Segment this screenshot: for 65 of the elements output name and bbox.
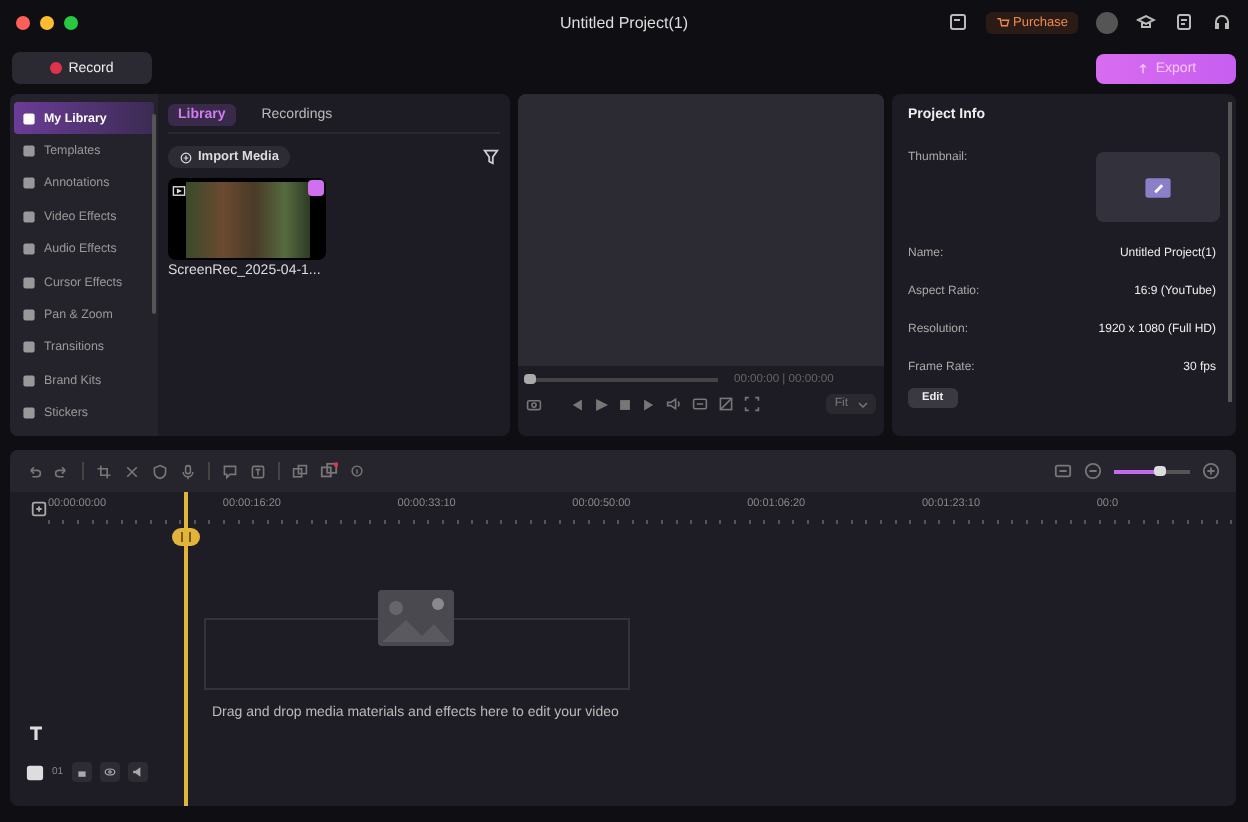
close-button[interactable] <box>16 15 30 29</box>
drop-zone[interactable] <box>204 618 630 690</box>
person-badge-icon <box>308 180 324 196</box>
next-icon[interactable] <box>642 397 656 411</box>
video-icon <box>172 184 186 198</box>
shield-icon[interactable] <box>152 463 168 479</box>
text-box-icon[interactable] <box>250 463 266 479</box>
square-icon <box>22 308 36 323</box>
play-icon[interactable] <box>594 397 608 411</box>
text-track-icon <box>26 724 46 744</box>
plus-circle-icon <box>180 151 192 163</box>
zoom-in-icon[interactable] <box>1202 462 1220 480</box>
square-icon <box>22 340 36 355</box>
eye-icon <box>103 766 116 778</box>
stop-icon[interactable] <box>618 397 632 411</box>
minimize-button[interactable] <box>40 15 54 29</box>
visibility-button[interactable] <box>99 762 120 782</box>
graduation-cap-icon[interactable] <box>1136 12 1156 32</box>
microphone-icon[interactable] <box>180 463 196 479</box>
undo-icon[interactable] <box>26 463 42 479</box>
cart-icon <box>995 15 1010 29</box>
screen-icon[interactable] <box>947 12 968 32</box>
add-track-icon[interactable] <box>30 499 48 517</box>
square-icon <box>22 209 36 224</box>
comment-icon[interactable] <box>222 463 238 479</box>
mute-button[interactable] <box>127 762 148 782</box>
split-icon[interactable] <box>124 463 140 479</box>
scrollbar[interactable] <box>152 114 156 314</box>
caption-icon[interactable] <box>692 396 708 412</box>
zoom-slider-thumb[interactable] <box>1153 465 1166 475</box>
square-icon <box>22 373 36 388</box>
square-icon <box>22 111 36 126</box>
pencil-icon <box>1144 173 1172 201</box>
avatar[interactable] <box>1096 11 1118 33</box>
caret-icon <box>858 399 868 409</box>
square-icon <box>22 176 36 191</box>
info-icon[interactable] <box>350 464 364 478</box>
split-marker-icon[interactable] <box>172 528 200 546</box>
photo-placeholder <box>186 182 310 258</box>
scrollbar[interactable] <box>1228 102 1232 402</box>
zoom-out-icon[interactable] <box>1084 462 1102 480</box>
fullscreen-icon[interactable] <box>744 396 760 412</box>
media-thumbnail[interactable] <box>168 178 326 260</box>
group-icon[interactable] <box>292 463 308 479</box>
square-icon <box>22 144 36 159</box>
headset-icon[interactable] <box>1212 12 1232 32</box>
project-thumbnail[interactable] <box>1096 152 1220 222</box>
document-icon[interactable] <box>1174 12 1194 32</box>
square-icon <box>22 406 36 421</box>
volume-icon[interactable] <box>666 396 682 412</box>
lock-icon <box>75 766 88 778</box>
filter-icon[interactable] <box>482 148 500 166</box>
image-icon <box>378 590 454 646</box>
group-icon[interactable] <box>320 462 338 480</box>
square-icon <box>22 242 36 257</box>
camera-icon[interactable] <box>526 396 542 412</box>
speaker-icon <box>131 766 144 778</box>
previous-icon[interactable] <box>570 397 584 411</box>
seek-handle[interactable] <box>524 374 536 384</box>
zoom-button[interactable] <box>64 15 78 29</box>
lock-button[interactable] <box>71 762 92 782</box>
window-title: Untitled Project(1) <box>559 13 689 31</box>
square-icon <box>22 275 36 290</box>
fit-width-icon[interactable] <box>1054 462 1072 480</box>
redo-icon[interactable] <box>54 463 70 479</box>
